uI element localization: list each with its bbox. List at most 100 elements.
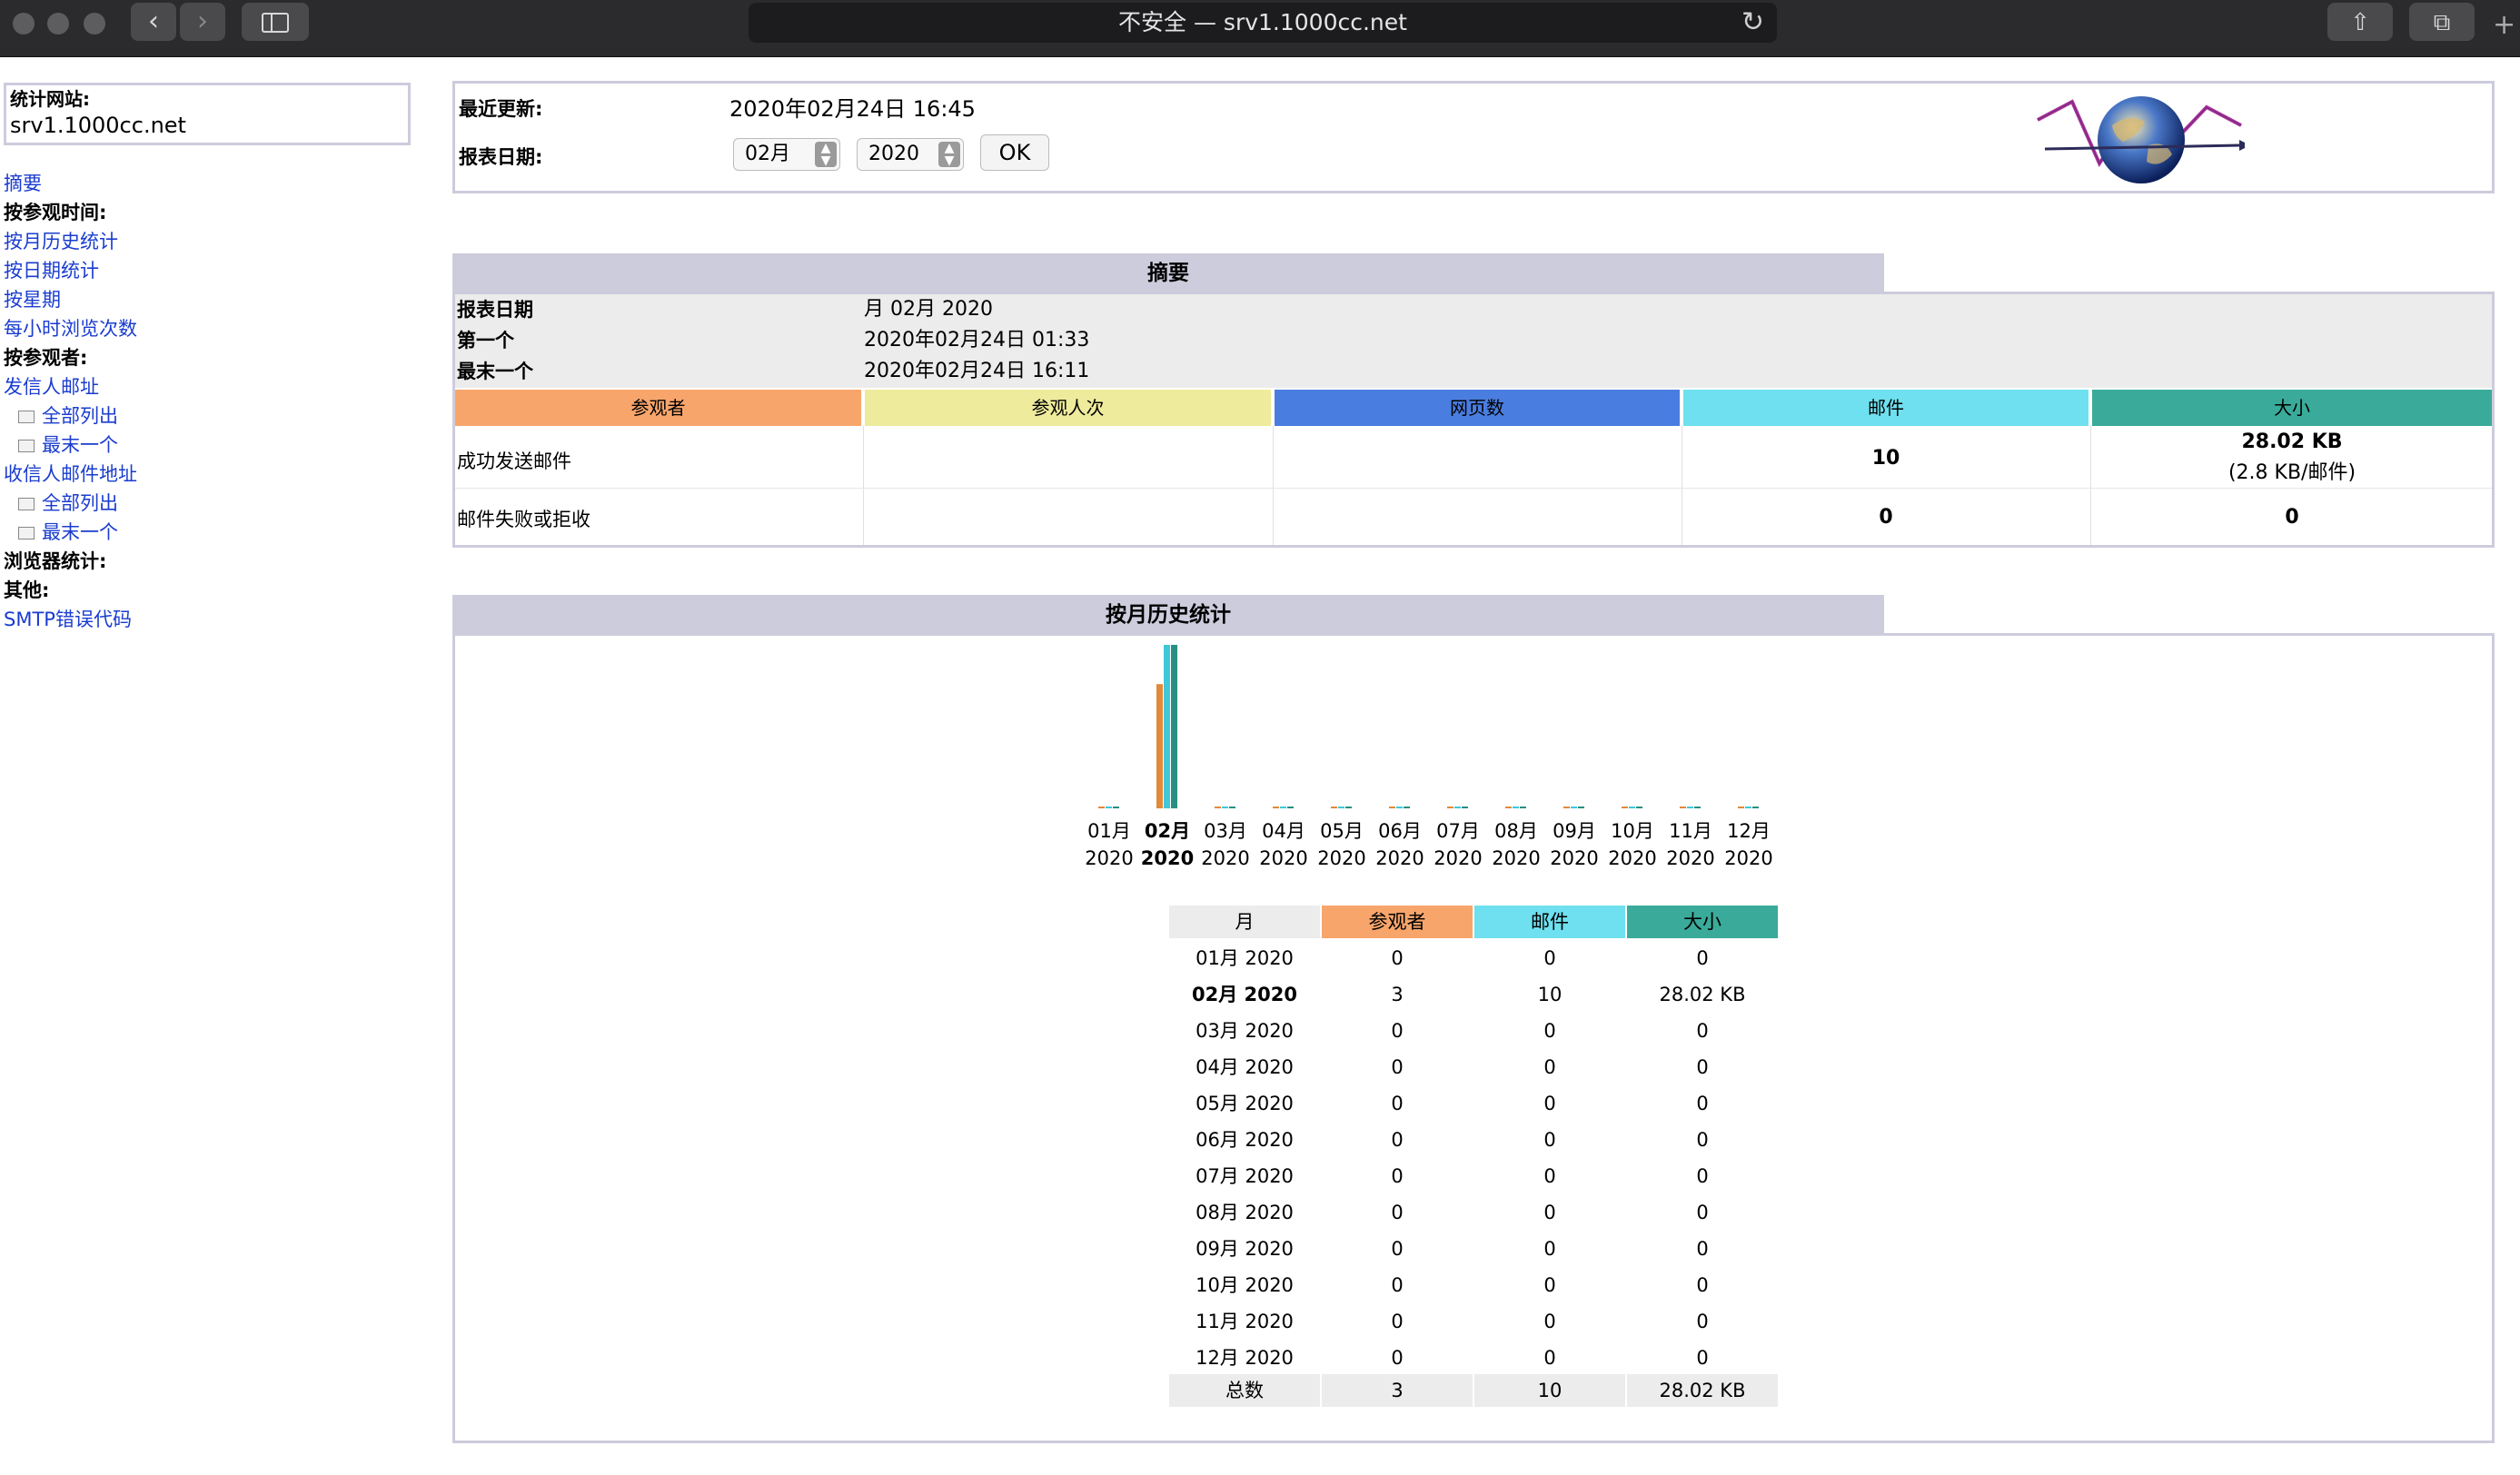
table-cell-month: 12月 2020 xyxy=(1196,1347,1294,1369)
history-header-visitors: 参观者 xyxy=(1322,906,1473,938)
address-bar[interactable]: 不安全 — srv1.1000cc.net ↻ xyxy=(749,3,1777,43)
site-box: 统计网站: srv1.1000cc.net xyxy=(4,83,411,145)
table-cell-visitors: 3 xyxy=(1391,984,1404,1005)
table-cell-month: 01月 2020 xyxy=(1196,947,1294,969)
table-cell-month: 02月 2020 xyxy=(1192,984,1297,1005)
table-cell-mail: 0 xyxy=(1543,1311,1556,1332)
x-tick-label: 12月 xyxy=(1727,820,1771,842)
table-cell-size: 0 xyxy=(1696,1165,1709,1187)
history-section-title: 按月历史统计 xyxy=(452,595,1884,635)
sidebar-menu: 摘要 按参观时间: 按月历史统计 按日期统计 按星期 每小时浏览次数 按参观者:… xyxy=(4,169,422,634)
report-date-label: 报表日期: xyxy=(459,146,543,168)
minimize-window-icon[interactable] xyxy=(47,13,69,35)
table-cell-mail: 10 xyxy=(1537,984,1563,1005)
col-header-pages: 网页数 xyxy=(1275,390,1680,426)
sidebar-item-sender-last[interactable]: 最末一个 xyxy=(4,431,422,460)
last-update-label: 最近更新: xyxy=(459,98,543,120)
history-header-month: 月 xyxy=(1169,906,1320,938)
updown-icon: ▲ ▼ xyxy=(938,142,960,167)
x-tick-label: 03月 xyxy=(1204,820,1247,842)
year-select[interactable]: 2020 ▲ ▼ xyxy=(857,138,964,171)
table-cell-size: 0 xyxy=(1696,947,1709,969)
table-cell-mail: 0 xyxy=(1543,1020,1556,1042)
table-cell-size: 0 xyxy=(1696,1311,1709,1332)
summary-row-key: 最末一个 xyxy=(457,361,533,382)
year-select-value: 2020 xyxy=(868,143,919,165)
share-button[interactable]: ⇧ xyxy=(2327,3,2393,41)
summary-section-title: 摘要 xyxy=(452,253,1884,293)
x-tick-label: 2020 xyxy=(1724,847,1773,869)
x-tick-label: 2020 xyxy=(1492,847,1541,869)
close-window-icon[interactable] xyxy=(13,13,35,35)
sidebar-button[interactable] xyxy=(242,3,309,41)
table-cell-visitors: 0 xyxy=(1391,1202,1404,1223)
table-cell-mail: 0 xyxy=(1543,1056,1556,1078)
table-cell-mail: 0 xyxy=(1543,1093,1556,1114)
history-box: 01月 2020 02月 2020 03月 2020 04月 2020 05月 2020 06月 20… xyxy=(452,633,2495,1443)
bar-4-2 xyxy=(1345,807,1352,808)
sidebar-item-receiver[interactable]: 收信人邮件地址 xyxy=(4,460,422,489)
month-select[interactable]: 02月 ▲ ▼ xyxy=(733,138,840,171)
table-cell-month: 04月 2020 xyxy=(1196,1056,1294,1078)
bar-0-1 xyxy=(1106,807,1112,808)
table-cell-visitors: 0 xyxy=(1391,1238,1404,1260)
zoom-window-icon[interactable] xyxy=(84,13,105,35)
summary-row-key: 第一个 xyxy=(457,330,514,351)
chevron-left-icon: ‹ xyxy=(148,5,159,37)
x-tick-label: 01月 xyxy=(1087,820,1131,842)
new-tab-icon[interactable]: + xyxy=(2493,9,2515,41)
sidebar-item-sender[interactable]: 发信人邮址 xyxy=(4,372,422,401)
summary-table: 报表日期 月 02月 2020 第一个 2020年02月24日 01:33 最末… xyxy=(452,292,2495,548)
table-cell-size: 0 xyxy=(1696,1020,1709,1042)
sidebar-heading-by-visitor: 按参观者: xyxy=(4,347,88,369)
history-header-size: 大小 xyxy=(1627,906,1778,938)
sidebar-item-receiver-last[interactable]: 最末一个 xyxy=(4,518,422,547)
back-button[interactable]: ‹ xyxy=(131,3,176,41)
table-cell-size: 0 xyxy=(1696,1274,1709,1296)
x-tick-label: 10月 xyxy=(1611,820,1654,842)
table-cell-size: 0 xyxy=(1696,1238,1709,1260)
table-cell-visitors: 0 xyxy=(1391,1020,1404,1042)
sidebar-item-by-weekday[interactable]: 按星期 xyxy=(4,285,422,314)
sidebar-item-smtp-errors[interactable]: SMTP错误代码 xyxy=(4,605,422,634)
sidebar-item-sender-all[interactable]: 全部列出 xyxy=(4,401,422,431)
x-tick-label: 06月 xyxy=(1378,820,1422,842)
total-size: 28.02 KB xyxy=(1627,1374,1778,1407)
bar-2-1 xyxy=(1222,807,1228,808)
tabs-button[interactable]: ⧉ xyxy=(2409,3,2475,41)
bar-6-2 xyxy=(1462,807,1468,808)
sidebar-item-receiver-all[interactable]: 全部列出 xyxy=(4,489,422,518)
ok-button[interactable]: OK xyxy=(980,134,1049,171)
bar-11-2 xyxy=(1752,807,1759,808)
table-cell-mail: 0 xyxy=(1543,1129,1556,1151)
x-tick-label: 2020 xyxy=(1259,847,1308,869)
grid-line xyxy=(863,426,864,545)
x-tick-label: 2020 xyxy=(1666,847,1715,869)
grid-line xyxy=(2090,426,2091,545)
sidebar-heading-other: 其他: xyxy=(4,579,50,601)
sidebar-item-monthly-history[interactable]: 按月历史统计 xyxy=(4,227,422,256)
grid-line xyxy=(1273,426,1274,545)
sidebar-item-by-date[interactable]: 按日期统计 xyxy=(4,256,422,285)
reload-icon[interactable]: ↻ xyxy=(1741,3,1764,43)
bar-9-1 xyxy=(1629,807,1635,808)
sidebar-icon xyxy=(262,12,289,33)
sidebar-item-by-hour[interactable]: 每小时浏览次数 xyxy=(4,314,422,343)
bar-8-1 xyxy=(1571,807,1577,808)
x-tick-label: 2020 xyxy=(1085,847,1134,869)
x-tick-label: 2020 xyxy=(1140,847,1195,869)
summary-row-key: 报表日期 xyxy=(457,299,533,321)
x-tick-label: 2020 xyxy=(1317,847,1366,869)
bar-1-1 xyxy=(1164,645,1170,808)
bar-9-0 xyxy=(1622,807,1628,808)
summary-row-first: 第一个 2020年02月24日 01:33 xyxy=(455,325,2492,356)
sidebar-item-summary[interactable]: 摘要 xyxy=(4,169,422,198)
browser-toolbar: ‹ › 不安全 — srv1.1000cc.net ↻ ⇧ ⧉ + xyxy=(0,0,2520,57)
grid-line xyxy=(455,488,2492,489)
table-cell-month: 09月 2020 xyxy=(1196,1238,1294,1260)
table-cell-visitors: 0 xyxy=(1391,1056,1404,1078)
forward-button[interactable]: › xyxy=(180,3,225,41)
bar-8-0 xyxy=(1563,807,1570,808)
summary-row-last: 最末一个 2020年02月24日 16:11 xyxy=(455,356,2492,387)
x-tick-label: 09月 xyxy=(1553,820,1596,842)
